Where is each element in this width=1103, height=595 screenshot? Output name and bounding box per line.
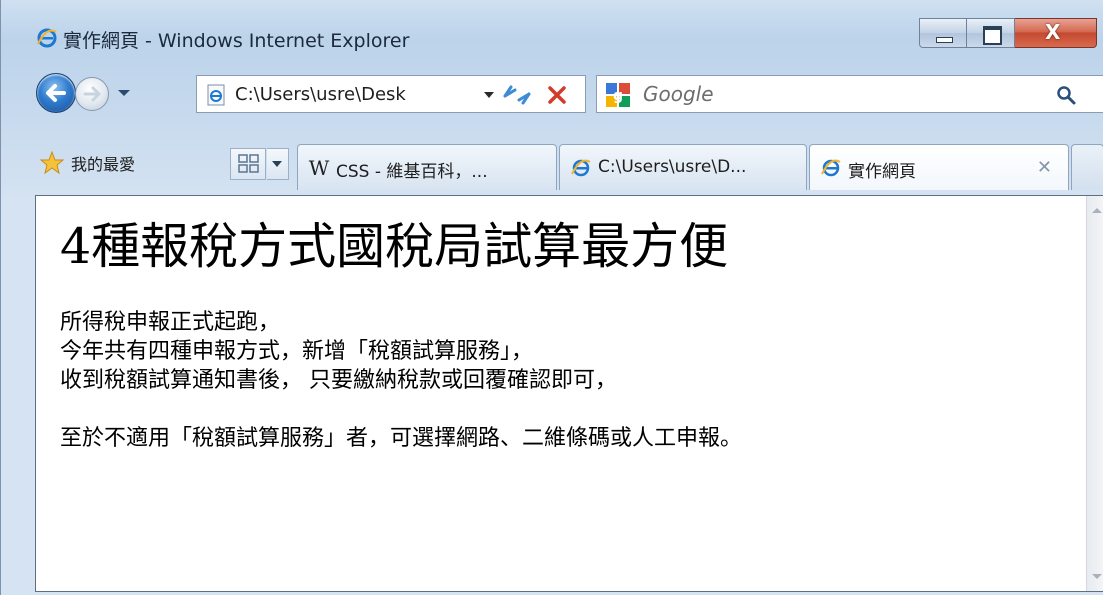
ie-page-icon xyxy=(571,159,591,177)
minimize-button[interactable] xyxy=(919,18,967,48)
title-bar[interactable]: 實作網頁 - Windows Internet Explorer X xyxy=(1,0,1103,60)
stop-icon[interactable] xyxy=(542,82,572,108)
tab-list-chevron-down-icon xyxy=(272,161,282,167)
page-heading: 4種報稅方式國稅局試算最方便 xyxy=(60,218,729,275)
close-button[interactable]: X xyxy=(1015,18,1097,48)
scroll-down-arrow-icon[interactable] xyxy=(1092,574,1102,579)
refresh-icon[interactable] xyxy=(499,82,535,108)
favorites-star-icon xyxy=(39,150,65,175)
page-content: 4種報稅方式國稅局試算最方便 所得稅申報正式起跑， 今年共有四種申報方式，新增「… xyxy=(60,216,1060,453)
ie-page-icon xyxy=(821,159,841,177)
back-button[interactable] xyxy=(36,73,76,113)
address-text[interactable]: C:\Users\usre\Desk xyxy=(235,84,406,105)
tab-bar: 我的最愛 W CSS - 維基百科，... C:\Users\usre\D...… xyxy=(1,138,1103,190)
navigation-bar: C:\Users\usre\Desk g xyxy=(1,66,1103,122)
search-input[interactable] xyxy=(643,81,1023,107)
address-bar[interactable]: C:\Users\usre\Desk xyxy=(196,75,586,113)
paragraph-line: 今年共有四種申報方式，新增「稅額試算服務」， xyxy=(60,339,534,364)
page-viewport: 4種報稅方式國稅局試算最方便 所得稅申報正式起跑， 今年共有四種申報方式，新增「… xyxy=(35,195,1103,592)
svg-text:W: W xyxy=(309,157,330,179)
favorites-button[interactable]: 我的最愛 xyxy=(39,146,135,180)
browser-window: 實作網頁 - Windows Internet Explorer X C:\Us… xyxy=(0,0,1103,595)
tab-local-file[interactable]: C:\Users\usre\D... xyxy=(559,144,807,190)
close-icon: X xyxy=(1045,20,1061,44)
ie-page-icon xyxy=(207,84,225,106)
forward-arrow-icon xyxy=(83,86,101,102)
tab-close-icon[interactable]: ✕ xyxy=(1037,157,1052,178)
maximize-button[interactable] xyxy=(967,18,1015,48)
back-arrow-icon xyxy=(46,84,66,102)
scroll-up-arrow-icon[interactable] xyxy=(1092,208,1102,213)
paragraph-line: 收到稅額試算通知書後， 只要繳納稅款或回覆確認即可， xyxy=(60,368,617,393)
search-icon[interactable] xyxy=(1055,84,1077,106)
window-title: 實作網頁 - Windows Internet Explorer xyxy=(63,30,410,52)
vertical-scrollbar[interactable] xyxy=(1086,196,1103,591)
tab-label: C:\Users\usre\D... xyxy=(598,157,747,177)
google-icon[interactable]: g xyxy=(605,82,631,108)
recent-pages-chevron-down-icon[interactable] xyxy=(115,84,133,102)
tab-label: CSS - 維基百科，... xyxy=(336,162,488,182)
wikipedia-icon: W xyxy=(309,157,330,179)
quick-tabs-button[interactable] xyxy=(230,148,266,180)
quick-tabs-grid-icon xyxy=(238,154,259,173)
tab-label: 實作網頁 xyxy=(848,162,916,182)
closing-paragraph: 至於不適用「稅額試算服務」者，可選擇網路、二維條碼或人工申報。 xyxy=(60,426,743,451)
tab-wikipedia[interactable]: W CSS - 維基百科，... xyxy=(297,144,557,190)
tab-active-page[interactable]: 實作網頁 ✕ xyxy=(809,144,1069,190)
forward-button[interactable] xyxy=(75,77,109,111)
favorites-label: 我的最愛 xyxy=(71,155,136,174)
paragraph-block: 所得稅申報正式起跑， 今年共有四種申報方式，新增「稅額試算服務」， 收到稅額試算… xyxy=(60,308,1060,395)
svg-text:g: g xyxy=(613,88,623,104)
ie-logo-icon xyxy=(37,28,57,48)
tab-list-button[interactable] xyxy=(267,148,289,180)
address-chevron-down-icon[interactable] xyxy=(483,90,495,100)
caption-buttons: X xyxy=(919,18,1097,48)
search-bar: g xyxy=(596,75,1103,113)
new-tab-button[interactable] xyxy=(1071,144,1103,190)
paragraph-line: 所得稅申報正式起跑， xyxy=(60,310,281,335)
